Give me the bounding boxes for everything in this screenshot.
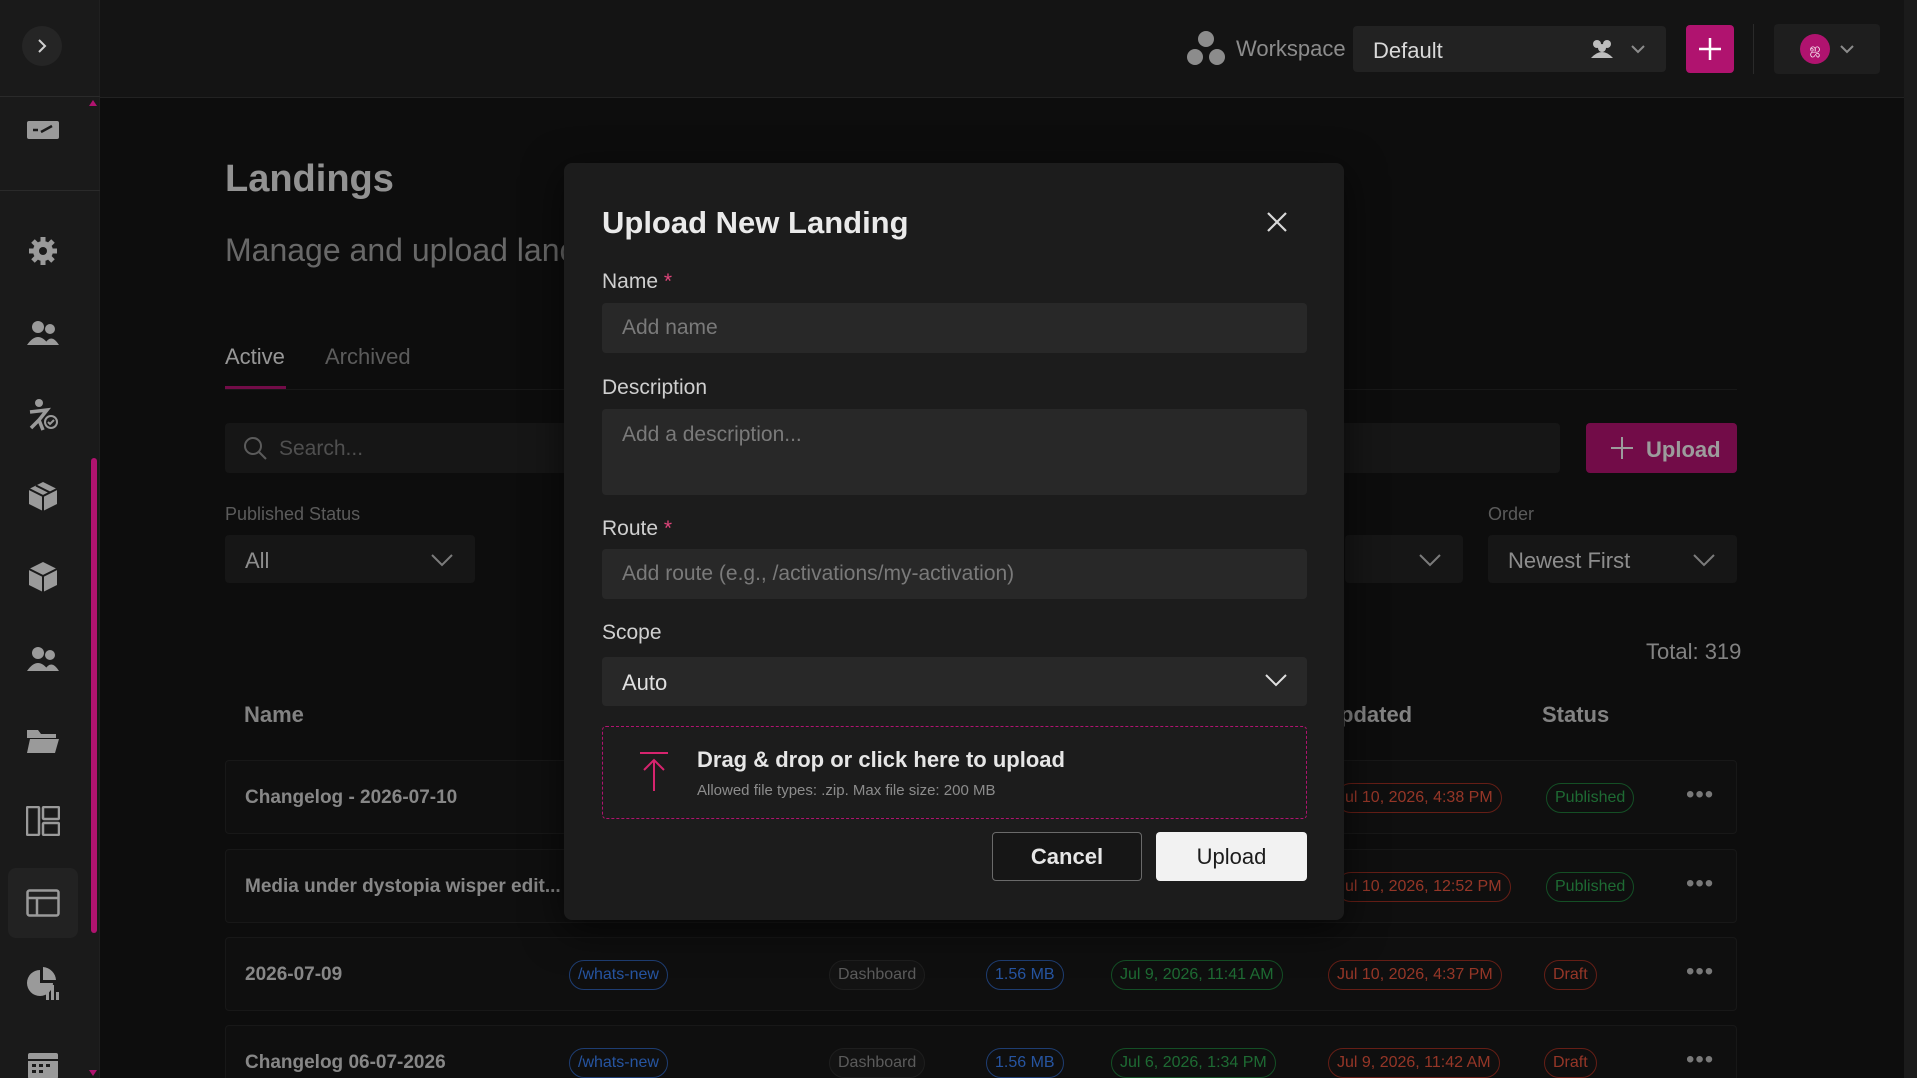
sidebar-toggle-button[interactable] bbox=[22, 26, 62, 66]
sidebar-item-layouts[interactable] bbox=[8, 786, 78, 856]
workspace-label: Workspace bbox=[1236, 36, 1346, 61]
sidebar-item-analytics[interactable] bbox=[8, 949, 78, 1019]
team-icon bbox=[27, 647, 59, 671]
name-label-text: Name bbox=[602, 270, 659, 293]
close-icon[interactable] bbox=[1262, 207, 1292, 237]
workspace-icon bbox=[1187, 31, 1225, 65]
team-icon bbox=[1591, 40, 1613, 58]
name-placeholder: Add name bbox=[622, 316, 718, 339]
sidebar-item-settings[interactable] bbox=[8, 216, 78, 286]
scope-select[interactable]: Auto bbox=[602, 657, 1307, 706]
sidebar-scroll-down[interactable] bbox=[89, 1070, 97, 1076]
boxes-icon bbox=[28, 482, 58, 511]
upload-icon bbox=[640, 752, 668, 791]
sidebar-item-tickets[interactable] bbox=[8, 95, 78, 165]
sidebar-divider bbox=[0, 190, 100, 191]
landing-icon bbox=[26, 889, 60, 917]
required-marker: * bbox=[663, 270, 673, 293]
add-new-button[interactable] bbox=[1686, 25, 1734, 73]
workspace-select[interactable]: Default bbox=[1353, 26, 1666, 72]
user-menu-button[interactable]: ஜ bbox=[1774, 24, 1880, 74]
chevron-right-icon bbox=[38, 39, 47, 53]
sidebar-item-files[interactable] bbox=[8, 705, 78, 775]
cube-icon bbox=[28, 562, 58, 592]
description-label: Description bbox=[602, 376, 708, 399]
sidebar-item-products[interactable] bbox=[8, 542, 78, 612]
layout-icon bbox=[26, 806, 60, 836]
calendar-icon bbox=[28, 1053, 58, 1078]
sidebar-item-users[interactable] bbox=[8, 298, 78, 368]
workspace-value: Default bbox=[1373, 38, 1443, 63]
activity-icon bbox=[29, 399, 58, 431]
sidebar-scroll-up[interactable] bbox=[89, 100, 97, 106]
description-placeholder: Add a description... bbox=[622, 423, 802, 446]
name-label: Name * bbox=[602, 270, 672, 294]
modal-title: Upload New Landing bbox=[602, 205, 909, 240]
upload-landing-modal: Upload New Landing Name * Add name Descr… bbox=[564, 163, 1344, 920]
sidebar-scrollbar[interactable] bbox=[91, 458, 97, 933]
chevron-down-icon bbox=[1265, 674, 1287, 687]
chevron-down-icon bbox=[1631, 45, 1645, 54]
scope-label: Scope bbox=[602, 621, 662, 644]
folder-icon bbox=[27, 730, 59, 753]
users-icon bbox=[27, 321, 59, 345]
file-dropzone[interactable]: Drag & drop or click here to upload Allo… bbox=[602, 726, 1307, 819]
chevron-down-icon bbox=[1840, 45, 1854, 54]
route-placeholder: Add route (e.g., /activations/my-activat… bbox=[622, 562, 1015, 585]
sidebar-item-landings[interactable] bbox=[8, 868, 78, 938]
gear-icon bbox=[29, 237, 57, 265]
sidebar-item-boxes[interactable] bbox=[8, 461, 78, 531]
description-field[interactable]: Add a description... bbox=[602, 409, 1307, 495]
route-field[interactable]: Add route (e.g., /activations/my-activat… bbox=[602, 549, 1307, 599]
sidebar-item-activity[interactable] bbox=[8, 380, 78, 450]
page-scrollbar[interactable] bbox=[1904, 0, 1917, 1078]
sidebar bbox=[0, 0, 100, 1078]
dropzone-title: Drag & drop or click here to upload bbox=[697, 747, 1065, 772]
dropzone-subtitle: Allowed file types: .zip. Max file size:… bbox=[697, 782, 996, 799]
sidebar-item-calendar[interactable] bbox=[8, 1030, 78, 1078]
analytics-icon bbox=[27, 967, 59, 1000]
required-marker: * bbox=[663, 517, 673, 540]
name-field[interactable]: Add name bbox=[602, 303, 1307, 353]
cancel-button[interactable]: Cancel bbox=[992, 832, 1142, 881]
ticket-icon bbox=[27, 121, 59, 139]
scope-value: Auto bbox=[622, 670, 668, 695]
plus-icon bbox=[1699, 38, 1721, 60]
upload-button[interactable]: Upload bbox=[1156, 832, 1307, 881]
avatar: ஜ bbox=[1800, 34, 1830, 64]
route-label: Route * bbox=[602, 517, 672, 541]
header-divider bbox=[1753, 24, 1754, 74]
top-header: Workspace Default ஜ bbox=[100, 0, 1917, 98]
sidebar-item-team[interactable] bbox=[8, 624, 78, 694]
route-label-text: Route bbox=[602, 517, 659, 540]
